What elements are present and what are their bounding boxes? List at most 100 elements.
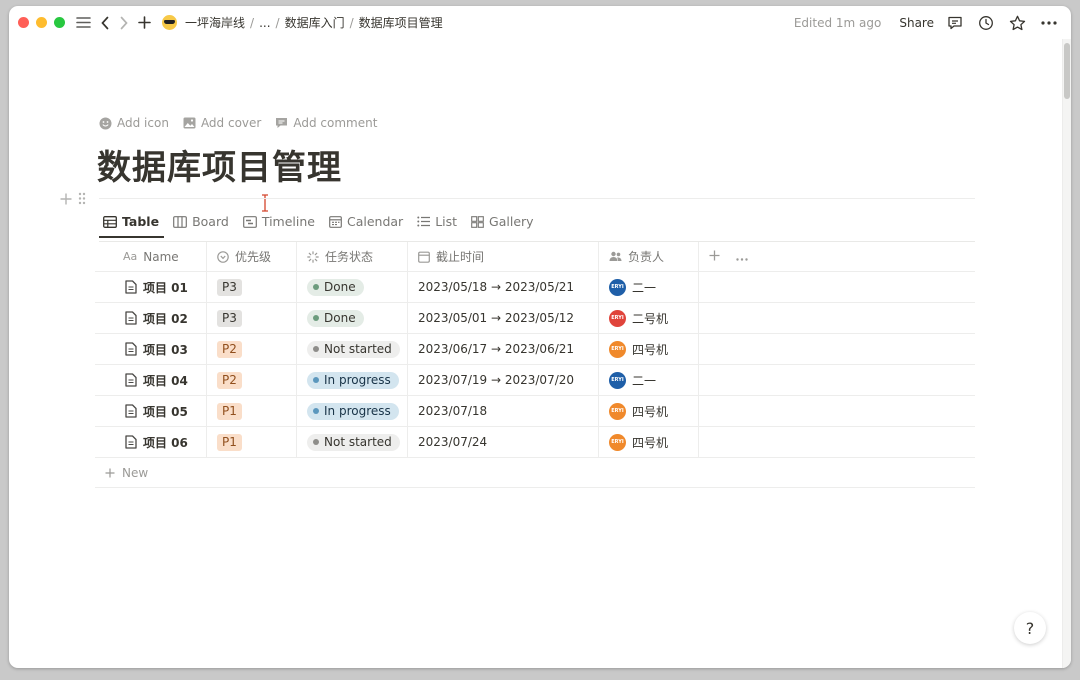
minimize-window-button[interactable] [36,17,47,28]
priority-cell[interactable]: P2 [207,365,297,395]
vertical-scrollbar[interactable] [1062,39,1071,668]
breadcrumb-workspace[interactable]: 一坪海岸线 [185,14,245,31]
header-owner[interactable]: 负责人 [599,242,699,271]
owner-cell[interactable]: ERYI 二号机 [599,303,699,333]
table-row[interactable]: 项目 03 P2 Not started 2023/06/17 → 2023/0… [95,334,975,365]
forward-arrow-icon[interactable] [119,16,129,30]
priority-cell[interactable]: P3 [207,272,297,302]
history-clock-icon[interactable] [978,15,994,31]
name-cell[interactable]: 项目 03 [95,334,207,364]
more-options-icon[interactable] [1041,20,1057,25]
deadline-cell[interactable]: 2023/05/18 → 2023/05/21 [408,272,599,302]
status-cell[interactable]: Done [297,272,408,302]
table-row[interactable]: 项目 02 P3 Done 2023/05/01 → 2023/05/12 ER… [95,303,975,334]
deadline-cell[interactable]: 2023/07/19 → 2023/07/20 [408,365,599,395]
top-right-actions: Edited 1m ago Share [794,6,1071,39]
add-comment-button[interactable]: Add comment [275,116,377,130]
table-row[interactable]: 项目 06 P1 Not started 2023/07/24 ERYI 四号机 [95,427,975,458]
new-page-plus-icon[interactable] [138,16,151,29]
back-arrow-icon[interactable] [100,16,110,30]
owner-cell[interactable]: ERYI 二一 [599,365,699,395]
row-name: 项目 06 [143,435,188,450]
status-label: In progress [324,372,391,387]
status-cell[interactable]: In progress [297,396,408,426]
favorite-star-icon[interactable] [1009,15,1026,31]
drag-handle-icon[interactable] [78,190,86,209]
view-tabs: Table Board Timeline Calendar List Galle… [99,214,544,238]
deadline-cell[interactable]: 2023/05/01 → 2023/05/12 [408,303,599,333]
owner-cell[interactable]: ERYI 四号机 [599,427,699,457]
comments-icon[interactable] [947,15,963,31]
priority-cell[interactable]: P3 [207,303,297,333]
status-dot-icon [313,346,319,352]
deadline-cell[interactable]: 2023/07/18 [408,396,599,426]
deadline-cell[interactable]: 2023/06/17 → 2023/06/21 [408,334,599,364]
status-cell[interactable]: Not started [297,427,408,457]
add-icon-button[interactable]: Add icon [99,116,169,130]
table-row[interactable]: 项目 05 P1 In progress 2023/07/18 ERYI 四号机 [95,396,975,427]
breadcrumb-parent[interactable]: 数据库入门 [285,14,345,31]
table-row[interactable]: 项目 04 P2 In progress 2023/07/19 → 2023/0… [95,365,975,396]
priority-tag: P3 [217,278,242,296]
status-cell[interactable]: In progress [297,365,408,395]
header-status[interactable]: 任务状态 [297,242,408,271]
name-cell[interactable]: 项目 06 [95,427,207,457]
priority-cell[interactable]: P1 [207,396,297,426]
name-cell[interactable]: 项目 02 [95,303,207,333]
header-deadline[interactable]: 截止时间 [408,242,599,271]
gallery-icon [471,215,484,228]
name-cell[interactable]: 项目 01 [95,272,207,302]
name-cell[interactable]: 项目 04 [95,365,207,395]
priority-cell[interactable]: P2 [207,334,297,364]
status-cell[interactable]: Done [297,303,408,333]
empty-cell [699,303,975,333]
status-label: In progress [324,403,391,418]
breadcrumb-current[interactable]: 数据库项目管理 [359,14,443,31]
smiley-icon [99,117,112,129]
page-document-icon [125,373,137,387]
empty-cell [699,396,975,426]
status-cell[interactable]: Not started [297,334,408,364]
row-name: 项目 02 [143,311,188,326]
owner-name: 四号机 [632,435,669,450]
tab-list[interactable]: List [413,214,462,238]
add-property-plus-icon[interactable] [709,250,720,264]
deadline-cell[interactable]: 2023/07/24 [408,427,599,457]
avatar: ERYI [609,309,626,327]
zoom-window-button[interactable] [54,17,65,28]
avatar: ERYI [609,402,626,420]
owner-cell[interactable]: ERYI 四号机 [599,396,699,426]
status-pill: Done [307,309,364,327]
page-title[interactable]: 数据库项目管理 [97,140,342,189]
header-name[interactable]: Aa Name [95,242,207,271]
table-row[interactable]: 项目 01 P3 Done 2023/05/18 → 2023/05/21 ER… [95,272,975,303]
tab-table[interactable]: Table [99,214,165,238]
owner-cell[interactable]: ERYI 二一 [599,272,699,302]
share-button[interactable]: Share [899,16,934,30]
status-dot-icon [313,315,319,321]
deadline-value: 2023/07/24 [418,435,488,449]
priority-cell[interactable]: P1 [207,427,297,457]
table-more-icon[interactable] [736,250,748,264]
tab-board[interactable]: Board [169,214,234,238]
new-row-button[interactable]: New [95,458,975,488]
name-cell[interactable]: 项目 05 [95,396,207,426]
header-priority[interactable]: 优先级 [207,242,297,271]
close-window-button[interactable] [18,17,29,28]
breadcrumb-ellipsis[interactable]: ... [259,16,270,30]
header-owner-label: 负责人 [628,250,665,264]
sidebar-menu-icon[interactable] [76,16,91,29]
tab-timeline[interactable]: Timeline [239,214,320,238]
avatar: ERYI [609,371,626,389]
add-cover-button[interactable]: Add cover [183,116,261,130]
scrollbar-thumb[interactable] [1064,43,1070,99]
table-icon [103,215,117,228]
page-document-icon [125,435,137,449]
status-dot-icon [313,439,319,445]
owner-cell[interactable]: ERYI 四号机 [599,334,699,364]
add-block-plus-icon[interactable] [60,190,72,209]
comment-icon [276,118,288,128]
tab-gallery[interactable]: Gallery [467,214,539,238]
help-button[interactable]: ? [1014,612,1046,644]
tab-calendar[interactable]: Calendar [325,214,408,238]
